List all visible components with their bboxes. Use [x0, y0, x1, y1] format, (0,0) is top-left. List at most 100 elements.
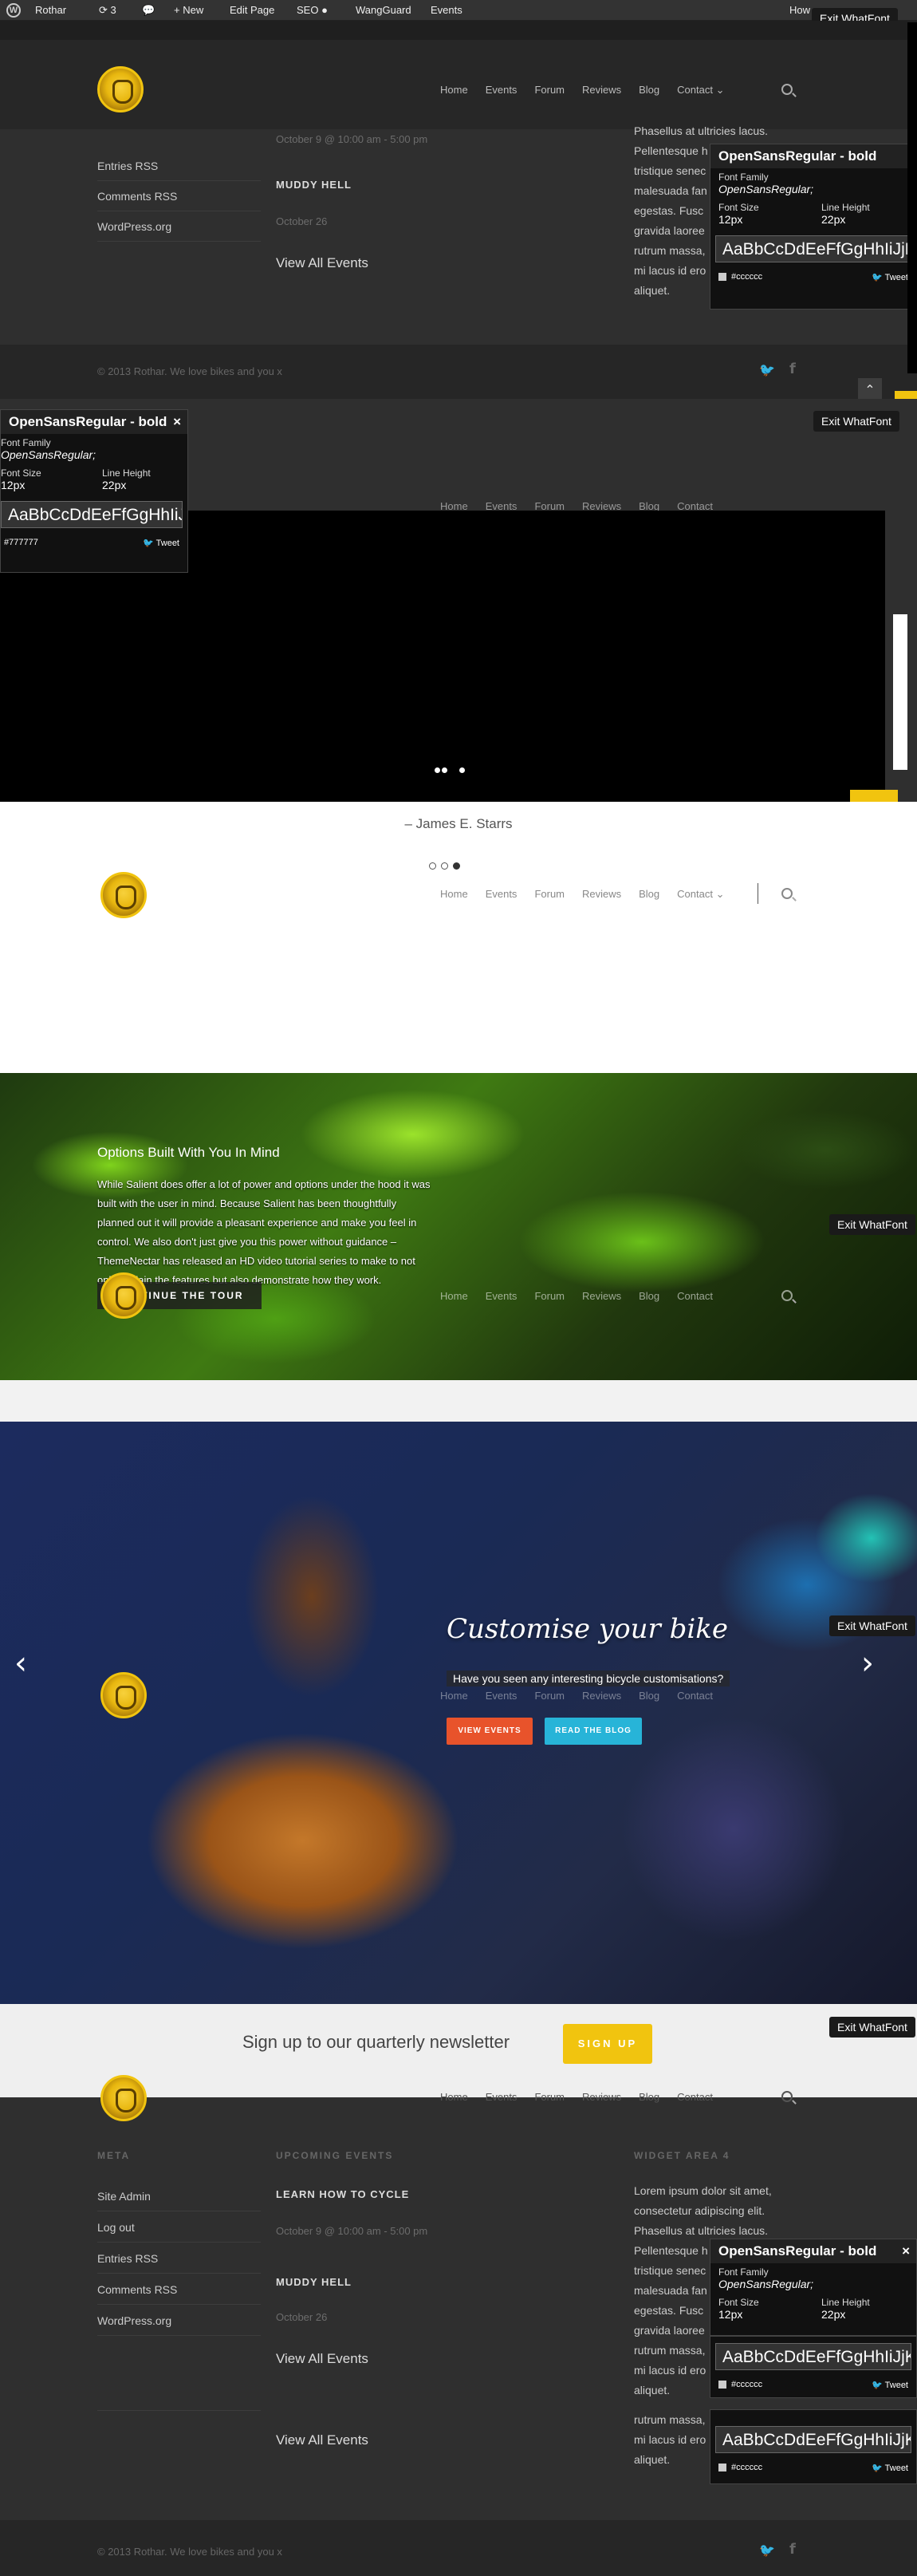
- nav-forum[interactable]: Forum: [534, 888, 565, 901]
- meta-link-comments-rss[interactable]: Comments RSS: [97, 2275, 261, 2305]
- new-label: New: [183, 4, 204, 16]
- twitter-icon[interactable]: 🐦: [759, 362, 775, 377]
- updates-icon[interactable]: ⟳ 3: [99, 0, 116, 21]
- nav-events[interactable]: Events: [486, 1690, 518, 1702]
- nav-blog[interactable]: Blog: [639, 1290, 659, 1302]
- tweet-button[interactable]: 🐦 Tweet: [872, 2380, 908, 2390]
- close-icon[interactable]: ×: [902, 2239, 910, 2263]
- whatfont-family-label: Font Family: [718, 172, 769, 183]
- whatfont-exit-button[interactable]: Exit WhatFont: [829, 2017, 915, 2038]
- tour-body: While Salient does offer a lot of power …: [97, 1178, 431, 1286]
- whatfont-exit-button[interactable]: Exit WhatFont: [813, 411, 899, 432]
- events-link[interactable]: Events: [431, 0, 462, 21]
- nav-home[interactable]: Home: [440, 1690, 468, 1702]
- nav-events[interactable]: Events: [486, 2091, 518, 2103]
- meta-link-site-admin[interactable]: Site Admin: [97, 2182, 261, 2211]
- tweet-button[interactable]: 🐦 Tweet: [143, 538, 179, 548]
- nav-blog[interactable]: Blog: [639, 84, 659, 97]
- nav-contact[interactable]: Contact: [677, 1690, 713, 1702]
- nav-reviews[interactable]: Reviews: [582, 888, 621, 901]
- nav-events[interactable]: Events: [486, 1290, 518, 1302]
- nav-home[interactable]: Home: [440, 888, 468, 901]
- scrollbar-thumb[interactable]: [893, 614, 907, 770]
- search-icon[interactable]: [781, 2091, 793, 2102]
- search-icon[interactable]: [781, 1290, 793, 1301]
- event-title[interactable]: MUDDY HELL: [276, 179, 352, 191]
- admin-site-link[interactable]: Rothar: [35, 0, 66, 21]
- slider-next-arrow[interactable]: ›: [861, 1645, 874, 1682]
- footer-link-entries-rss[interactable]: Entries RSS: [97, 152, 261, 181]
- tweet-button[interactable]: 🐦 Tweet: [872, 272, 908, 282]
- testimonial-dot[interactable]: [441, 862, 448, 870]
- nav-events[interactable]: Events: [486, 888, 518, 901]
- slider-dot[interactable]: [459, 767, 465, 773]
- view-all-events-link[interactable]: View All Events: [276, 2351, 368, 2367]
- nav-blog[interactable]: Blog: [639, 2091, 659, 2103]
- slider-dot[interactable]: [435, 767, 440, 773]
- nav-contact[interactable]: Contact ⌄: [677, 888, 724, 901]
- sign-up-button[interactable]: SIGN UP: [563, 2024, 652, 2064]
- tour-section: Options Built With You In Mind While Sal…: [0, 1073, 917, 1380]
- search-icon[interactable]: [781, 84, 793, 95]
- site-logo[interactable]: [97, 66, 144, 112]
- site-logo[interactable]: [100, 1272, 147, 1319]
- nav-contact[interactable]: Contact: [677, 1290, 713, 1302]
- site-logo[interactable]: [100, 2075, 147, 2121]
- nav-forum[interactable]: Forum: [534, 2091, 565, 2103]
- copyright-text: © 2013 Rothar. We love bikes and you x: [97, 365, 282, 377]
- seo-label: SEO: [297, 4, 319, 16]
- twitter-icon[interactable]: 🐦: [759, 2542, 775, 2558]
- view-all-events-link[interactable]: View All Events: [276, 255, 368, 271]
- footer-link-wordpress[interactable]: WordPress.org: [97, 212, 261, 242]
- view-all-events-link[interactable]: View All Events: [276, 2432, 368, 2448]
- nav-contact[interactable]: Contact ⌄: [677, 84, 724, 97]
- nav-contact[interactable]: Contact: [677, 2091, 713, 2103]
- testimonial-dot-active[interactable]: [453, 862, 460, 870]
- meta-link-wordpress[interactable]: WordPress.org: [97, 2306, 261, 2336]
- nav-blog[interactable]: Blog: [639, 1690, 659, 1702]
- nav-forum[interactable]: Forum: [534, 1290, 565, 1302]
- nav-forum[interactable]: Forum: [534, 1690, 565, 1702]
- nav-blog[interactable]: Blog: [639, 888, 659, 901]
- nav-reviews[interactable]: Reviews: [582, 1690, 621, 1702]
- nav-events[interactable]: Events: [486, 84, 518, 97]
- nav-reviews[interactable]: Reviews: [582, 2091, 621, 2103]
- nav-forum[interactable]: Forum: [534, 84, 565, 97]
- event-date: October 9 @ 10:00 am - 5:00 pm: [276, 2225, 428, 2237]
- facebook-icon[interactable]: f: [789, 2541, 796, 2558]
- tweet-button[interactable]: 🐦 Tweet: [872, 2463, 908, 2473]
- slider-prev-arrow[interactable]: ‹: [14, 1645, 27, 1682]
- nav-reviews[interactable]: Reviews: [582, 1290, 621, 1302]
- event-title[interactable]: LEARN HOW TO CYCLE: [276, 2188, 409, 2200]
- facebook-icon[interactable]: f: [789, 361, 796, 377]
- meta-link-entries-rss[interactable]: Entries RSS: [97, 2244, 261, 2274]
- howdy-link[interactable]: How: [789, 0, 810, 21]
- meta-link-log-out[interactable]: Log out: [97, 2213, 261, 2243]
- whatfont-exit-button[interactable]: Exit WhatFont: [829, 1214, 915, 1235]
- read-blog-button[interactable]: READ THE BLOG: [545, 1718, 642, 1745]
- testimonial-dot[interactable]: [429, 862, 436, 870]
- whatfont-panel-sample: AaBbCcDdEeFfGgHhIiJjKk #cccccc 🐦 Tweet: [710, 2409, 917, 2484]
- comments-icon[interactable]: 💬: [142, 0, 155, 21]
- close-icon[interactable]: ×: [173, 410, 181, 434]
- wordpress-logo-icon[interactable]: W: [6, 3, 21, 18]
- footer-link-comments-rss[interactable]: Comments RSS: [97, 182, 261, 211]
- nav-home[interactable]: Home: [440, 84, 468, 97]
- nav-home[interactable]: Home: [440, 1290, 468, 1302]
- site-logo[interactable]: [100, 1672, 147, 1718]
- search-icon[interactable]: [781, 888, 793, 899]
- view-events-button[interactable]: VIEW EVENTS: [447, 1718, 533, 1745]
- seo-link[interactable]: SEO ●: [297, 0, 328, 21]
- event-title[interactable]: MUDDY HELL: [276, 2276, 352, 2288]
- whatfont-color: #cccccc: [718, 2463, 762, 2473]
- wangguard-link[interactable]: WangGuard: [356, 0, 411, 21]
- edit-page-link[interactable]: Edit Page: [230, 0, 274, 21]
- nav-contact-label: Contact: [677, 888, 713, 900]
- whatfont-exit-button[interactable]: Exit WhatFont: [829, 1615, 915, 1636]
- event-date: October 26: [276, 215, 328, 227]
- new-content-link[interactable]: + New: [174, 0, 203, 21]
- slider-dot[interactable]: [442, 767, 447, 773]
- nav-reviews[interactable]: Reviews: [582, 84, 621, 97]
- nav-home[interactable]: Home: [440, 2091, 468, 2103]
- site-logo[interactable]: [100, 872, 147, 918]
